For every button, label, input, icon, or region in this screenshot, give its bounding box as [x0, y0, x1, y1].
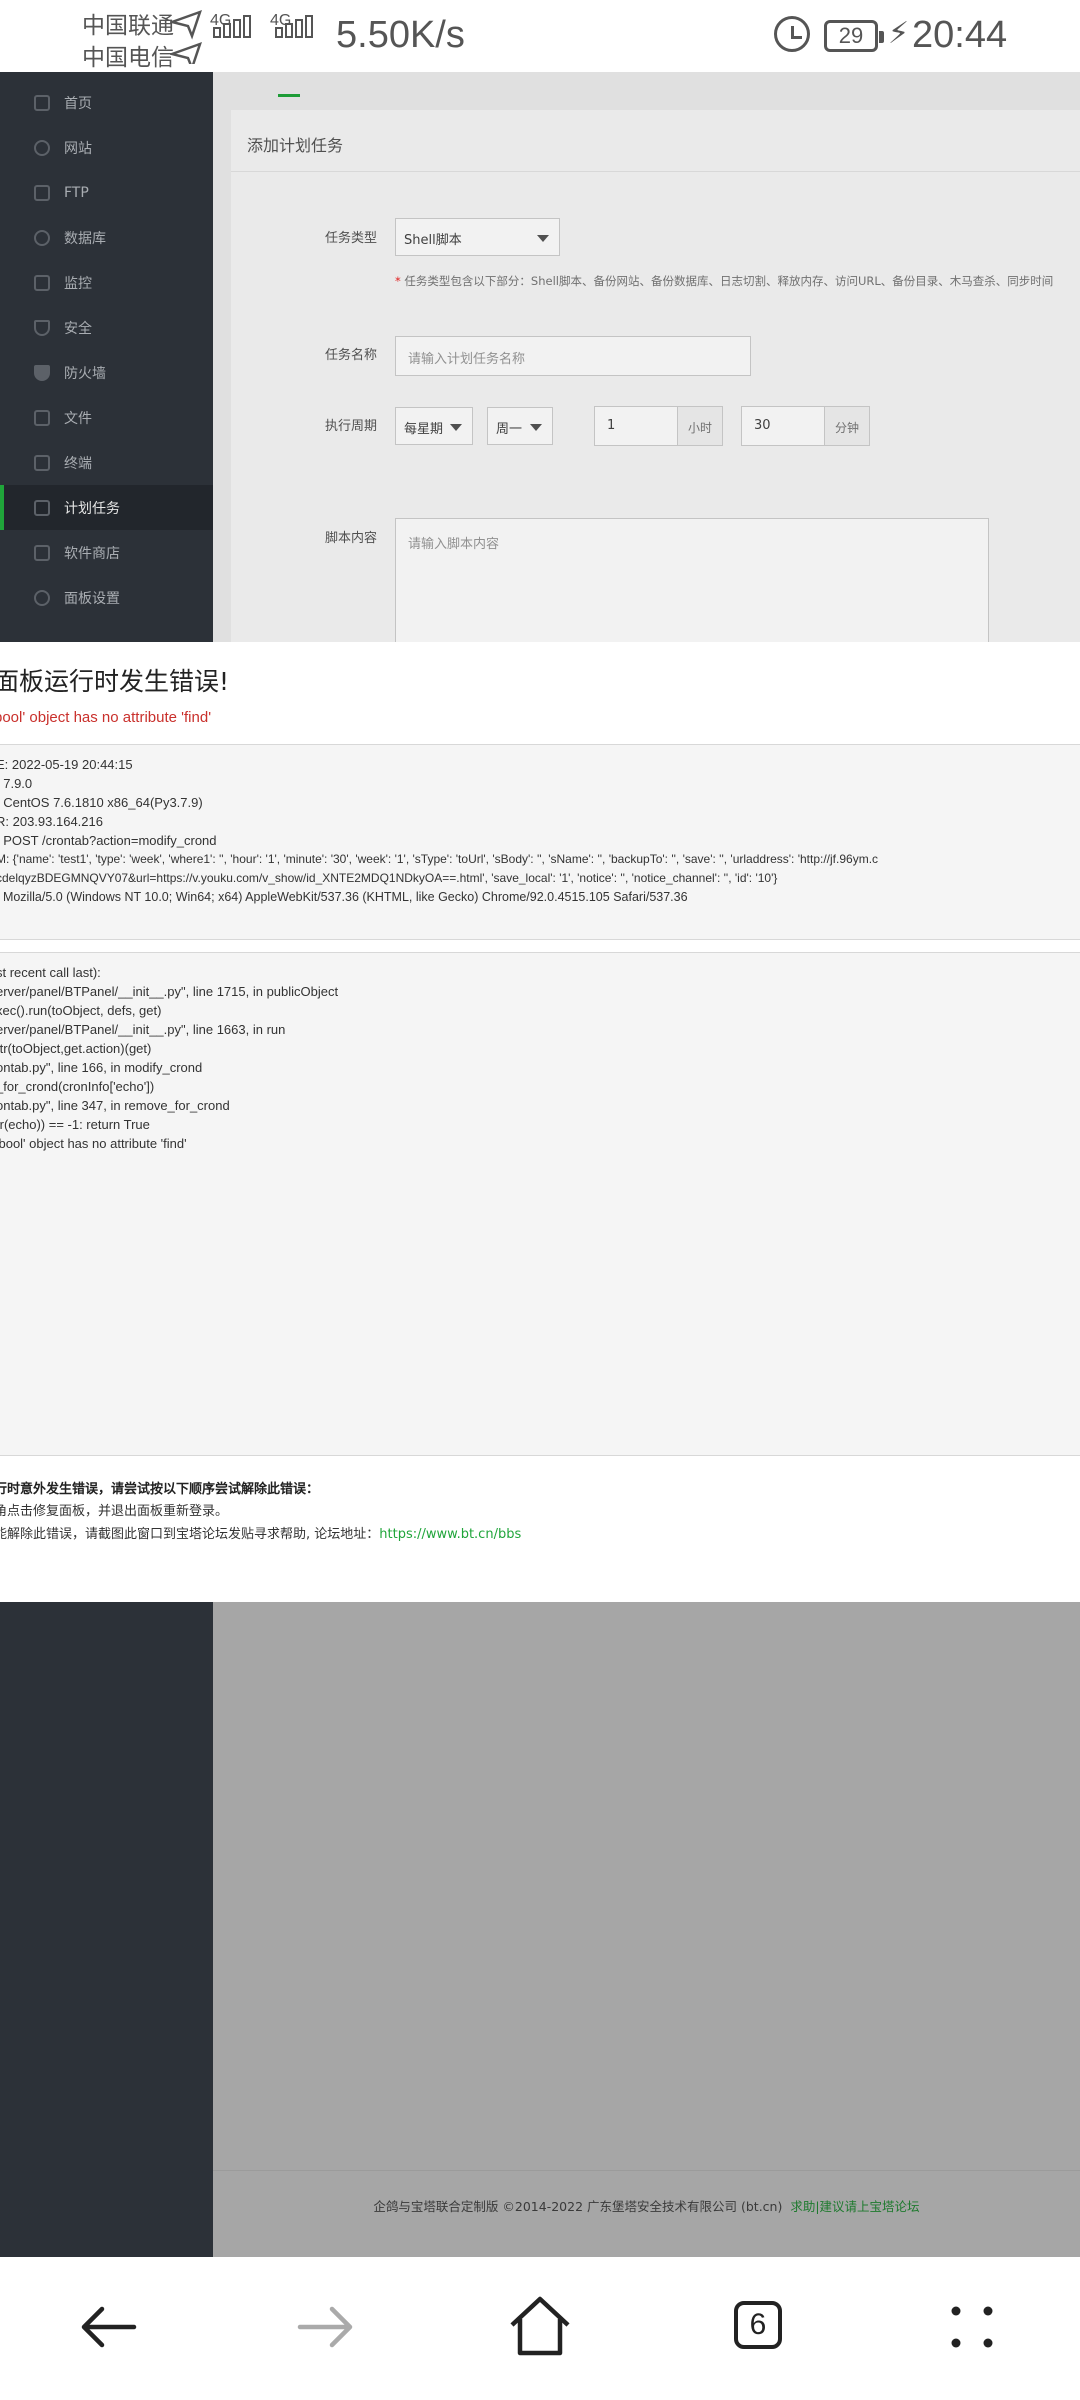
sidebar-item-firewall[interactable]: 防火墙 — [0, 350, 213, 395]
network-4g-label-1: 4G — [210, 12, 232, 29]
network-4g-label-2: 4G — [270, 12, 292, 29]
sidebar-item-label: 软件商店 — [64, 545, 120, 562]
tab-count: 6 — [734, 2301, 782, 2349]
alarm-icon — [774, 16, 810, 52]
sidebar-item-label: 网站 — [64, 140, 92, 157]
globe-icon — [34, 139, 50, 156]
sidebar-item-monitor[interactable]: 监控 — [0, 260, 213, 305]
sidebar-item-label: 监控 — [64, 275, 92, 292]
carrier-2: 中国电信 — [82, 45, 174, 71]
trace-line: ttr(toObject,get.action)(get) — [0, 1041, 152, 1056]
info-line: : CentOS 7.6.1810 x86_64(Py3.7.9) — [0, 795, 203, 810]
charging-icon: ⚡ — [888, 17, 910, 50]
help-title: 行时意外发生错误，请尝试按以下顺序尝试解除此错误： — [0, 1482, 320, 1497]
trace-line: erver/panel/BTPanel/__init__.py", line 1… — [0, 984, 339, 999]
signal-icon — [170, 9, 313, 64]
firewall-icon — [34, 364, 50, 381]
error-info-box: E: 2022-05-19 20:44:15 : 7.9.0 : CentOS … — [0, 744, 1080, 940]
trace-line: erver/panel/BTPanel/__init__.py", line 1… — [0, 1022, 286, 1037]
error-title: 面板运行时发生错误! — [0, 667, 230, 696]
menu-dots-icon — [951, 2306, 993, 2348]
error-panel: 面板运行时发生错误! bool' object has no attribute… — [0, 642, 1080, 1602]
sidebar-item-terminal[interactable]: 终端 — [0, 440, 213, 485]
sidebar-item-label: 文件 — [64, 410, 92, 427]
terminal-icon — [34, 454, 50, 471]
info-line: : 7.9.0 — [0, 776, 33, 791]
sidebar-item-label: 首页 — [64, 95, 92, 112]
page-footer: 企鸽与宝塔联合定制版 ©2014-2022 广东堡塔安全技术有限公司 (bt.c… — [213, 2170, 1080, 2257]
database-icon — [34, 229, 50, 246]
sidebar-item-store[interactable]: 软件商店 — [0, 530, 213, 575]
gear-icon — [34, 589, 50, 606]
monitor-icon — [34, 274, 50, 291]
menu-button[interactable] — [932, 2287, 1012, 2367]
net-speed: 5.50K/s — [336, 14, 465, 56]
sidebar-item-label: 计划任务 — [64, 500, 120, 517]
status-bar: 中国联通 中国电信 4G 4G 5.50K/s 29 ⚡ 20:44 — [0, 0, 1080, 72]
apps-icon — [34, 544, 50, 561]
footer-copyright: 企鸽与宝塔联合定制版 ©2014-2022 广东堡塔安全技术有限公司 (bt.c… — [373, 2199, 783, 2214]
background-content-dimmed — [213, 1602, 1080, 2170]
help-step-1: 角点击修复面板，并退出面板重新登录。 — [0, 1504, 229, 1519]
arrow-right-icon — [297, 2306, 353, 2348]
home-icon — [510, 2296, 570, 2356]
trace-line: 'bool' object has no attribute 'find' — [0, 1136, 187, 1151]
background-dim — [213, 72, 1080, 642]
info-line: E: 2022-05-19 20:44:15 — [0, 757, 133, 772]
back-button[interactable] — [68, 2287, 148, 2367]
browser-nav-bar: 6 — [0, 2257, 1080, 2400]
help-step-2: 能解除此错误，请截图此窗口到宝塔论坛发贴寻求帮助, 论坛地址：https://w… — [0, 1523, 521, 1542]
sidebar-item-files[interactable]: 文件 — [0, 395, 213, 440]
sidebar-item-label: 防火墙 — [64, 365, 106, 382]
sidebar-item-label: 终端 — [64, 455, 92, 472]
status-time: 20:44 — [912, 14, 1008, 56]
traceback-box: st recent call last): erver/panel/BTPane… — [0, 952, 1080, 1456]
trace-line: ontab.py", line 347, in remove_for_crond — [0, 1098, 230, 1113]
sidebar-item-label: 安全 — [64, 320, 92, 337]
sidebar-item-website[interactable]: 网站 — [0, 125, 213, 170]
home-icon — [34, 94, 50, 111]
sidebar-item-cron[interactable]: 计划任务 — [0, 485, 213, 530]
trace-line: tr(echo)) == -1: return True — [0, 1117, 150, 1132]
shield-icon — [34, 319, 50, 336]
trace-line: _for_crond(cronInfo['echo']) — [0, 1079, 155, 1094]
forward-button[interactable] — [286, 2287, 366, 2367]
sidebar-item-database[interactable]: 数据库 — [0, 215, 213, 260]
sidebar-item-security[interactable]: 安全 — [0, 305, 213, 350]
tabs-button[interactable]: 6 — [716, 2287, 796, 2367]
trace-line: xec().run(toObject, defs, get) — [0, 1003, 162, 1018]
sidebar-item-settings[interactable]: 面板设置 — [0, 575, 213, 620]
trace-line: ontab.py", line 166, in modify_crond — [0, 1060, 203, 1075]
carrier-1: 中国联通 — [82, 13, 174, 39]
info-line: M: {'name': 'test1', 'type': 'week', 'wh… — [0, 852, 879, 866]
home-button[interactable] — [500, 2287, 580, 2367]
error-message: bool' object has no attribute 'find' — [0, 709, 212, 726]
help-step-2-text: 能解除此错误，请截图此窗口到宝塔论坛发贴寻求帮助, 论坛地址： — [0, 1527, 380, 1542]
sidebar-item-label: FTP — [64, 184, 89, 201]
folder-icon — [34, 409, 50, 426]
arrow-left-icon — [81, 2306, 137, 2348]
sidebar-item-label: 面板设置 — [64, 590, 120, 607]
battery-indicator: 29 — [824, 20, 884, 52]
ftp-icon — [34, 184, 50, 201]
info-line: R: 203.93.164.216 — [0, 814, 103, 829]
sidebar-item-home[interactable]: 首页 — [0, 80, 213, 125]
info-line: cdelqyzBDEGMNQVY07&url=https://v.youku.c… — [0, 871, 778, 885]
forum-link[interactable]: https://www.bt.cn/bbs — [379, 1527, 521, 1542]
info-line: : POST /crontab?action=modify_crond — [0, 833, 217, 848]
sidebar-item-label: 数据库 — [64, 230, 106, 247]
calendar-icon — [34, 499, 50, 516]
trace-line: st recent call last): — [0, 965, 101, 980]
sidebar-item-ftp[interactable]: FTP — [0, 170, 213, 215]
info-line: : Mozilla/5.0 (Windows NT 10.0; Win64; x… — [0, 890, 688, 904]
footer-forum-link[interactable]: 求助|建议请上宝塔论坛 — [790, 2199, 919, 2214]
